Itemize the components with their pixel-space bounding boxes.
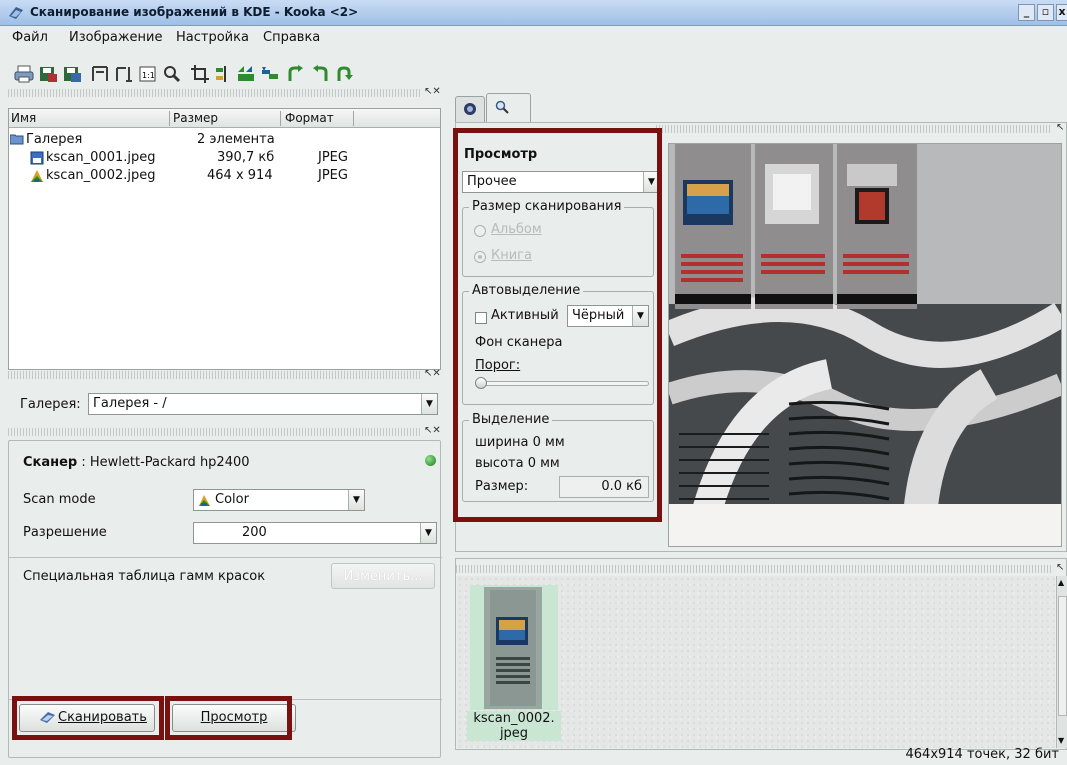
- tab-preview[interactable]: [486, 93, 531, 122]
- gallery-folder-row[interactable]: Галерея 2 элемента: [10, 131, 441, 148]
- scrollbar-thumb[interactable]: [1058, 596, 1067, 716]
- column-format[interactable]: Формат: [285, 111, 334, 125]
- scanner-icon: [464, 103, 476, 115]
- scanner-title: Сканер : Hewlett-Packard hp2400: [23, 455, 250, 470]
- gallery-path-combo[interactable]: Галерея - / ▼: [88, 393, 438, 415]
- maximize-button[interactable]: ▫: [1037, 4, 1054, 21]
- chevron-down-icon[interactable]: ▼: [348, 490, 364, 510]
- menu-bar: Файл Изображение Настройка Справка: [0, 26, 1067, 50]
- highlight-scan-button: [12, 696, 164, 740]
- menu-file[interactable]: Файл: [12, 30, 48, 45]
- thumbnail-scrollbar[interactable]: ▲ ▼: [1056, 576, 1067, 748]
- resolution-label: Разрешение: [23, 525, 107, 540]
- scan-mode-label: Scan mode: [23, 492, 96, 507]
- file-name: kscan_0002.jpeg: [46, 168, 156, 183]
- file-size: 464 x 914: [207, 168, 273, 183]
- svg-text:1:1: 1:1: [142, 71, 155, 80]
- menu-image[interactable]: Изображение: [69, 30, 162, 45]
- resolution-value: 200: [242, 525, 267, 540]
- gallery-path-label: Галерея:: [20, 397, 81, 412]
- close-button[interactable]: x: [1056, 4, 1067, 21]
- status-text: 464x914 точек, 32 бит: [905, 747, 1060, 762]
- gallery-dock-handle[interactable]: ↖✕: [8, 86, 441, 97]
- status-bar: 464x914 точек, 32 бит: [0, 747, 1067, 765]
- color-mode-icon: [199, 495, 210, 506]
- highlight-preview-button: [165, 696, 292, 740]
- path-dock-handle[interactable]: ↖✕: [8, 368, 441, 379]
- folder-icon: [10, 134, 24, 145]
- mirror-horizontal-icon[interactable]: [236, 64, 256, 84]
- title-bar: Сканирование изображений в KDE - Kooka <…: [0, 0, 1067, 26]
- crop-icon[interactable]: [190, 64, 210, 84]
- minimize-button[interactable]: _: [1018, 4, 1035, 21]
- chevron-down-icon[interactable]: ▼: [420, 523, 436, 543]
- gamma-edit-button[interactable]: Изменить...: [331, 563, 435, 589]
- chevron-down-icon[interactable]: ▼: [421, 394, 437, 414]
- rotate-right-icon[interactable]: [286, 64, 306, 84]
- column-size[interactable]: Размер: [173, 111, 218, 125]
- thumbnail-dock-handle[interactable]: [456, 565, 1052, 573]
- tab-scan-parameters[interactable]: [455, 96, 485, 122]
- tab-bar: [452, 92, 1067, 122]
- menu-help[interactable]: Справка: [263, 30, 320, 45]
- column-name[interactable]: Имя: [11, 111, 36, 125]
- gallery-header: Имя Размер Формат: [9, 109, 440, 128]
- preview-dock-handle[interactable]: [656, 125, 1052, 133]
- thumbnail-caption-line2: jpeg: [499, 726, 529, 741]
- gamma-table-label: Специальная таблица гамм красок: [23, 569, 266, 584]
- folder-name: Галерея: [26, 132, 83, 147]
- save-image-icon[interactable]: [38, 64, 58, 84]
- scroll-down-icon[interactable]: ▼: [1058, 736, 1064, 745]
- menu-settings[interactable]: Настройка: [176, 30, 249, 45]
- original-size-icon[interactable]: 1:1: [138, 64, 158, 84]
- highlight-preview-controls: [453, 128, 662, 522]
- print-icon[interactable]: [14, 64, 34, 84]
- thumbnail-item[interactable]: [470, 585, 558, 710]
- dock-float-icon[interactable]: ↖: [1056, 122, 1064, 133]
- kooka-app-icon: [9, 7, 23, 19]
- resolution-combo[interactable]: 200 ▼: [193, 522, 437, 544]
- gallery-file-row[interactable]: kscan_0002.jpeg 464 x 914 JPEG: [10, 167, 441, 184]
- thumbnail-image: [484, 587, 542, 709]
- file-format: JPEG: [318, 168, 348, 183]
- scanner-label: Сканер: [23, 455, 78, 470]
- file-name: kscan_0001.jpeg: [46, 150, 156, 165]
- file-size: 390,7 кб: [217, 150, 275, 165]
- mirror-vertical-icon[interactable]: [214, 64, 234, 84]
- fit-width-icon[interactable]: [90, 64, 110, 84]
- thumbnail-caption-line1: kscan_0002.: [473, 711, 555, 726]
- image-file-icon: [31, 170, 43, 182]
- thumbnail-caption: kscan_0002. jpeg: [467, 711, 561, 741]
- scan-mode-combo[interactable]: Color ▼: [193, 489, 365, 511]
- fit-height-icon[interactable]: [114, 64, 134, 84]
- scanned-image: [669, 144, 1061, 546]
- scroll-up-icon[interactable]: ▲: [1058, 578, 1064, 587]
- scale-icon[interactable]: [162, 64, 182, 84]
- dock-float-icon[interactable]: ↖: [1056, 562, 1064, 573]
- folder-count: 2 элемента: [197, 132, 275, 147]
- scanner-status-led: [425, 455, 436, 466]
- scanner-dock-handle[interactable]: ↖✕: [8, 425, 441, 436]
- jpeg-file-icon: [30, 151, 44, 165]
- toolbar: 1:1: [0, 50, 1067, 90]
- gallery-file-row[interactable]: kscan_0001.jpeg 390,7 кб JPEG: [10, 149, 441, 166]
- rotate-180-icon[interactable]: [334, 64, 354, 84]
- window-title: Сканирование изображений в KDE - Kooka <…: [30, 5, 359, 19]
- gallery-tree[interactable]: Имя Размер Формат Галерея 2 элемента ksc…: [8, 108, 441, 370]
- file-format: JPEG: [318, 150, 348, 165]
- scan-mode-value: Color: [215, 492, 249, 507]
- mirror-both-icon[interactable]: [260, 64, 280, 84]
- preview-image-area[interactable]: [668, 143, 1062, 547]
- scanner-name: : Hewlett-Packard hp2400: [81, 455, 250, 470]
- magnifier-icon: [495, 100, 509, 114]
- import-image-icon[interactable]: [62, 64, 82, 84]
- divider: [9, 557, 442, 558]
- gallery-path-value: Галерея - /: [93, 396, 167, 411]
- rotate-left-icon[interactable]: [310, 64, 330, 84]
